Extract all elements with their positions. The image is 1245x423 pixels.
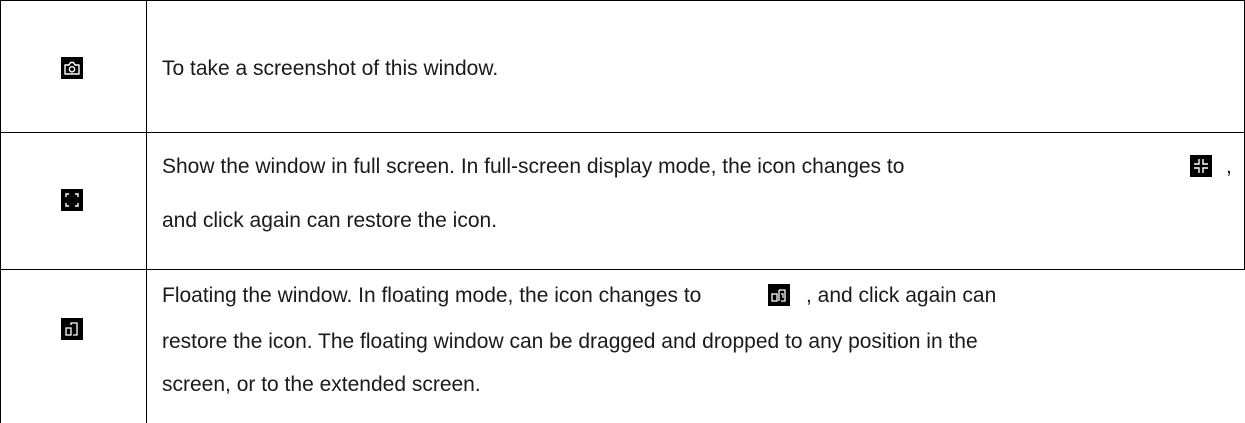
row-2-description-line-2: and click again can restore the icon. (162, 209, 498, 232)
table-left-border (0, 0, 1, 423)
camera-icon (61, 57, 83, 79)
exit-fullscreen-icon (1190, 155, 1212, 177)
row-1-description: To take a screenshot of this window. (162, 57, 499, 80)
table-top-border (0, 0, 1245, 1)
table-row-divider-2 (0, 269, 1245, 270)
row-3-description-line-1-end: , and click again can (806, 284, 997, 307)
fullscreen-icon (61, 189, 83, 211)
row-3-description-line-3: screen, or to the extended screen. (162, 373, 481, 396)
table-row-divider-1 (0, 132, 1245, 133)
docked-window-icon (768, 284, 790, 306)
row-2-description-comma: , (1226, 155, 1232, 178)
float-window-icon (61, 318, 83, 340)
row-3-description-line-2: restore the icon. The floating window ca… (162, 330, 978, 353)
icon-description-table: To take a screenshot of this window. Sho… (0, 0, 1245, 423)
row-3-description-line-1: Floating the window. In floating mode, t… (162, 284, 702, 307)
row-2-description-line-1: Show the window in full screen. In full-… (162, 155, 905, 178)
table-column-divider (146, 0, 147, 423)
